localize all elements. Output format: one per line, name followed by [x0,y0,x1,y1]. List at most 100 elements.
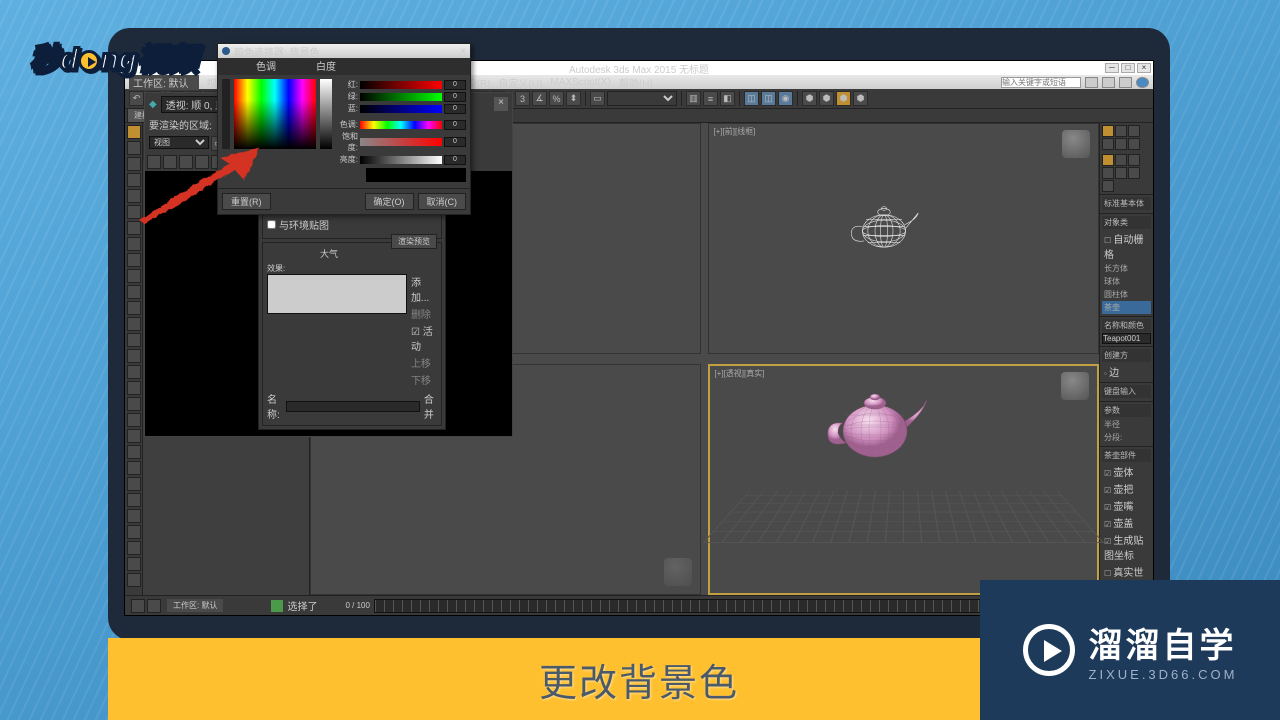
lights-icon[interactable] [1128,154,1140,166]
ltool-icon[interactable] [127,573,141,587]
up-button[interactable]: 上移 [411,355,437,370]
systems-icon[interactable] [1102,180,1114,192]
ltool-icon[interactable] [127,285,141,299]
ltool-icon[interactable] [127,141,141,155]
viewport-perspective[interactable]: [+][透视][真实] [708,364,1099,595]
curve-editor-button[interactable]: ◫ [744,91,759,106]
ltool-icon[interactable] [127,461,141,475]
utilities-tab-icon[interactable] [1128,138,1140,150]
percent-snap-button[interactable]: % [549,91,564,106]
viewcube[interactable] [664,558,692,586]
s-slider[interactable] [360,138,442,146]
ltool-icon[interactable] [127,477,141,491]
render-frame-button[interactable]: ⬢ [819,91,834,106]
handle-checkbox[interactable]: ☑ 壶把 [1102,480,1151,497]
blackness-slider[interactable] [222,79,230,149]
render-tb-icon[interactable] [195,155,209,169]
edge-radio[interactable]: ◦ 边 [1102,363,1151,380]
primitive-sphere[interactable]: 球体 [1102,275,1151,288]
ltool-icon[interactable] [127,349,141,363]
layers-button[interactable]: ◧ [720,91,735,106]
viewport-front[interactable]: [+][前][线框] [708,123,1099,354]
g-slider[interactable] [360,93,442,101]
menu-maxscript[interactable]: MAXScript(X) [550,77,611,88]
ltool-icon[interactable] [127,157,141,171]
spout-checkbox[interactable]: ☑ 壶嘴 [1102,497,1151,514]
viewcube[interactable] [1061,372,1089,400]
effects-listbox[interactable] [267,274,407,314]
genmap-checkbox[interactable]: ☑ 生成贴图坐标 [1102,531,1151,563]
spinner-snap-button[interactable]: ⬍ [566,91,581,106]
minimize-button[interactable]: ─ [1105,63,1119,73]
ltool-icon[interactable] [127,381,141,395]
help-icon-3[interactable] [1119,77,1132,88]
teapot-model[interactable] [810,381,940,471]
ltool-icon[interactable] [127,429,141,443]
color-picker-dialog[interactable]: 颜色选择器: 背景色 × 色调 白度 红:0 绿:0 蓝:0 色调:0 饱和度:… [217,43,471,215]
body-checkbox[interactable]: ☑ 壶体 [1102,463,1151,480]
ltool-icon[interactable] [127,269,141,283]
effect-name-input[interactable] [286,401,420,412]
motion-tab-icon[interactable] [1102,138,1114,150]
cameras-icon[interactable] [1102,167,1114,179]
ltool-icon[interactable] [127,557,141,571]
menu-custom[interactable]: 自定义(U) [498,75,542,90]
snap-button[interactable]: 3 [515,91,530,106]
h-value[interactable]: 0 [444,120,466,130]
render-tb-icon[interactable] [179,155,193,169]
render-region-select[interactable]: 视图 [149,136,209,149]
status-icon[interactable] [147,599,161,613]
section-header[interactable]: 键盘输入 [1102,385,1151,398]
ltool-icon[interactable] [127,525,141,539]
reset-button[interactable]: 重置(R) [222,193,271,210]
status-icon[interactable] [131,599,145,613]
cancel-button[interactable]: 取消(C) [418,193,467,210]
ltool-icon[interactable] [127,253,141,267]
ltool-icon[interactable] [127,509,141,523]
g-value[interactable]: 0 [444,92,466,102]
active-checkbox-2[interactable]: ☑ 活动 [411,323,437,353]
down-button[interactable]: 下移 [411,372,437,387]
align-button[interactable]: ≡ [703,91,718,106]
lid-checkbox[interactable]: ☑ 壶盖 [1102,514,1151,531]
b-slider[interactable] [360,105,442,113]
render-button[interactable]: ⬢ [836,91,851,106]
r-value[interactable]: 0 [444,80,466,90]
primitive-teapot[interactable]: 茶壶 [1102,301,1151,314]
ltool-icon[interactable] [127,541,141,555]
ltool-icon[interactable] [127,237,141,251]
angle-snap-button[interactable]: ∡ [532,91,547,106]
add-button[interactable]: 添加... [411,274,437,304]
primitive-box[interactable]: 长方体 [1102,262,1151,275]
modify-tab-icon[interactable] [1115,125,1127,137]
create-tab-icon[interactable] [1102,125,1114,137]
workspace-label[interactable]: 工作区: 默认 [167,599,223,612]
value-strip[interactable] [320,79,332,149]
help-icon[interactable] [1085,77,1098,88]
viewcube[interactable] [1062,130,1090,158]
maximize-button[interactable]: □ [1121,63,1135,73]
b-value[interactable]: 0 [444,104,466,114]
render-prod-button[interactable]: ⬢ [853,91,868,106]
render-preview-button[interactable]: 渲染预览 [391,234,437,249]
named-selection-button[interactable]: ▭ [590,91,605,106]
object-name-input[interactable] [1102,333,1151,344]
env-checkbox[interactable] [267,220,276,229]
s-value[interactable]: 0 [444,137,466,147]
viewport-label[interactable]: [+][透视][真实] [714,368,764,379]
ltool-icon[interactable] [127,413,141,427]
render-tb-icon[interactable] [147,155,161,169]
undo-button[interactable]: ↶ [129,91,144,106]
help-icon-4[interactable] [1136,77,1149,88]
ltool-icon[interactable] [127,493,141,507]
ltool-icon[interactable] [127,445,141,459]
menu-help[interactable]: 帮助(H) [619,75,653,90]
close-button[interactable]: × [1137,63,1151,73]
v-slider[interactable] [360,156,442,164]
ltool-icon[interactable] [127,333,141,347]
search-input[interactable] [1001,77,1081,88]
primitive-cylinder[interactable]: 圆柱体 [1102,288,1151,301]
help-icon-2[interactable] [1102,77,1115,88]
merge-button[interactable]: 合并 [424,391,437,421]
render-close-button[interactable]: × [494,97,508,111]
